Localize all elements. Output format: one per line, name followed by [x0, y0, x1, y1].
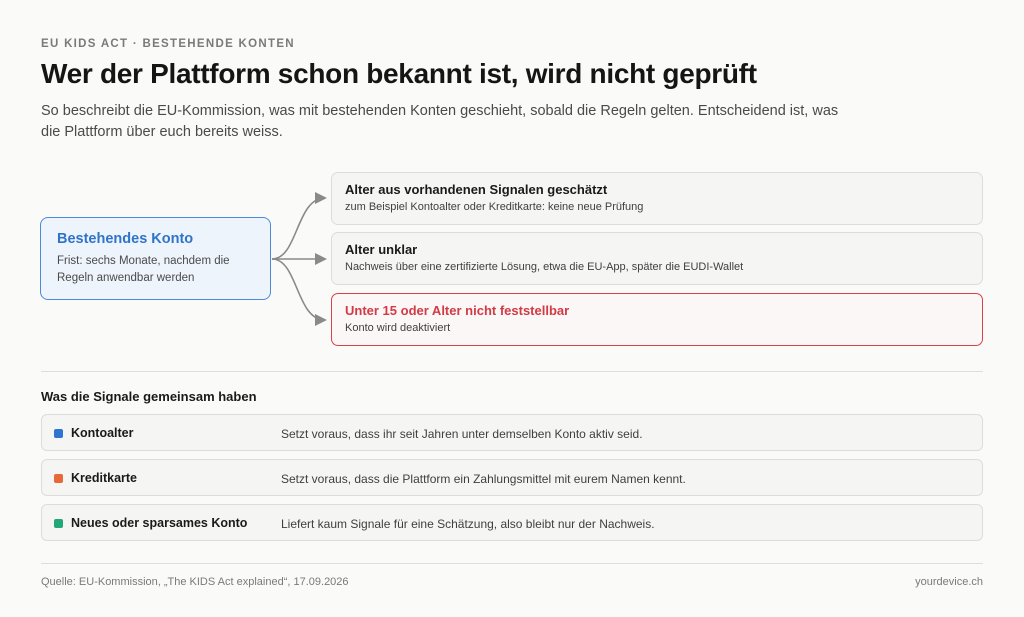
outcome-description: Konto wird deaktiviert	[345, 322, 451, 334]
signal-name: Kontoalter	[71, 426, 134, 440]
signal-row-credit-card: Kreditkarte Setzt voraus, dass die Platt…	[41, 459, 983, 496]
footer-divider	[41, 563, 983, 564]
signal-description: Liefert kaum Signale für eine Schätzung,…	[281, 517, 655, 531]
outcome-title: Alter unklar	[345, 242, 418, 257]
signal-description: Setzt voraus, dass die Plattform ein Zah…	[281, 472, 686, 486]
outcome-description: Nachweis über eine zertifizierte Lösung,…	[345, 261, 744, 273]
signals-heading: Was die Signale gemeinsam haben	[41, 389, 257, 404]
outcome-description: zum Beispiel Kontoalter oder Kreditkarte…	[345, 201, 644, 213]
footer-source: Quelle: EU-Kommission, „The KIDS Act exp…	[41, 576, 349, 588]
section-divider	[41, 371, 983, 372]
signal-color-marker	[54, 519, 63, 528]
outcome-title: Alter aus vorhandenen Signalen geschätzt	[345, 182, 608, 197]
signal-color-marker	[54, 429, 63, 438]
connector-to-outcome-estimated	[271, 192, 327, 260]
signal-row-new-account: Neues oder sparsames Konto Liefert kaum …	[41, 504, 983, 541]
outcome-deactivated: Unter 15 oder Alter nicht feststellbar K…	[331, 293, 983, 346]
connector-to-outcome-deactivated	[271, 258, 327, 326]
outcome-title: Unter 15 oder Alter nicht feststellbar	[345, 303, 570, 318]
footer-brand: yourdevice.ch	[915, 576, 983, 588]
signal-name: Kreditkarte	[71, 471, 137, 485]
signal-row-account-age: Kontoalter Setzt voraus, dass ihr seit J…	[41, 414, 983, 451]
signal-color-marker	[54, 474, 63, 483]
signal-name: Neues oder sparsames Konto	[71, 516, 248, 530]
outcome-unclear: Alter unklar Nachweis über eine zertifiz…	[331, 232, 983, 285]
signal-description: Setzt voraus, dass ihr seit Jahren unter…	[281, 427, 643, 441]
outcome-estimated: Alter aus vorhandenen Signalen geschätzt…	[331, 172, 983, 225]
